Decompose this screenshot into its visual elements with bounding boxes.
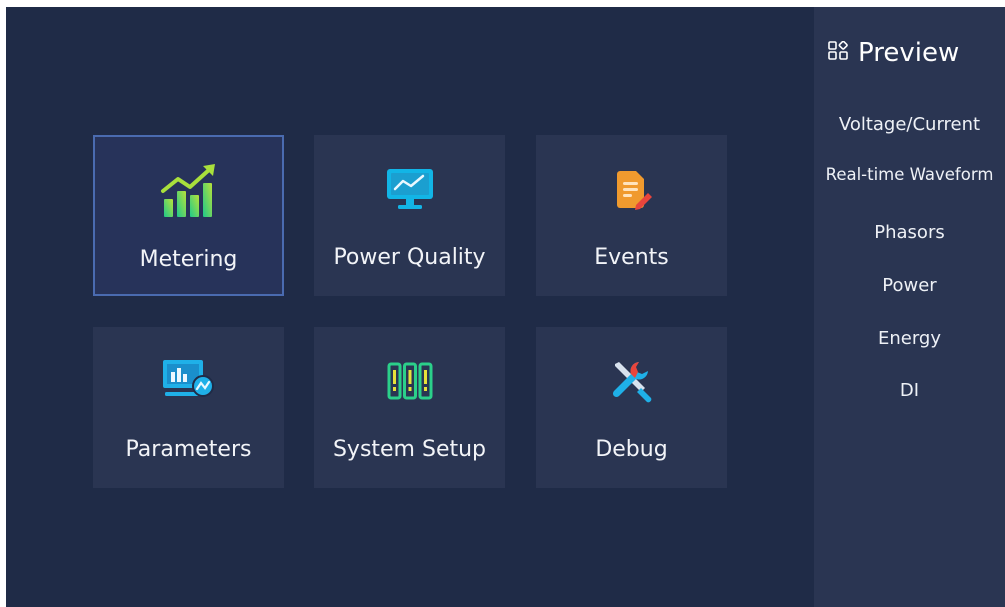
sidebar-item-di[interactable]: DI (814, 380, 1005, 402)
tile-metering[interactable]: Metering (93, 135, 284, 296)
bar-chart-trend-icon (159, 163, 219, 219)
document-edit-icon (602, 161, 662, 217)
grid-apps-icon (828, 40, 848, 65)
tile-label: Parameters (125, 437, 252, 462)
tile-system-setup[interactable]: System Setup (314, 327, 505, 488)
monitor-chart-icon (159, 353, 219, 409)
tools-icon (602, 353, 662, 409)
sidebar-item-voltage-current[interactable]: Voltage/Current (814, 114, 1005, 136)
sidebar-item-energy[interactable]: Energy (814, 328, 1005, 350)
sidebar-item-power[interactable]: Power (814, 275, 1005, 297)
tile-label: Power Quality (333, 245, 486, 270)
preview-sidebar: Preview Voltage/Current Real-time Wavefo… (814, 7, 1005, 607)
tile-power-quality[interactable]: Power Quality (314, 135, 505, 296)
sidebar-item-realtime-waveform[interactable]: Real-time Waveform (814, 164, 1005, 186)
tile-events[interactable]: Events (536, 135, 727, 296)
monitor-waveform-icon (380, 161, 440, 217)
device-screen: Metering Power Quality Events Parameters… (6, 7, 1005, 607)
tile-label: Metering (139, 247, 238, 272)
tile-debug[interactable]: Debug (536, 327, 727, 488)
tile-label: Events (594, 245, 669, 270)
battery-columns-icon (380, 353, 440, 409)
tile-label: System Setup (332, 437, 487, 462)
tile-parameters[interactable]: Parameters (93, 327, 284, 488)
preview-header: Preview (828, 38, 959, 68)
tile-label: Debug (595, 437, 668, 462)
sidebar-item-phasors[interactable]: Phasors (814, 222, 1005, 244)
main-menu-area: Metering Power Quality Events Parameters… (6, 7, 814, 607)
preview-title: Preview (858, 38, 960, 68)
